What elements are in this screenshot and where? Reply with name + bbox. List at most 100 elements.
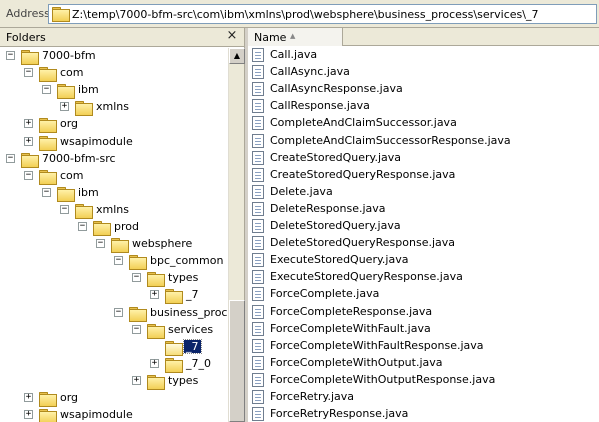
expand-icon[interactable]: +	[24, 119, 33, 129]
tree-item-label: bpc_common	[150, 254, 224, 268]
tree-item[interactable]: − 7000-bfm-src	[0, 151, 228, 168]
tree-item[interactable]: − com	[0, 65, 228, 83]
collapse-icon[interactable]: −	[42, 187, 51, 197]
expand-icon[interactable]: +	[132, 375, 141, 385]
collapse-icon[interactable]: −	[24, 170, 33, 180]
tree-item-label: business_proce	[150, 305, 228, 319]
tree-item[interactable]: + wsapimodule	[0, 134, 228, 151]
name-column-header[interactable]: Name ▲	[248, 28, 343, 46]
sort-ascending-icon: ▲	[290, 32, 296, 40]
tree-item[interactable]: − websphere	[0, 236, 228, 254]
scroll-thumb[interactable]	[229, 300, 245, 422]
expand-icon[interactable]: +	[60, 102, 69, 112]
tree-item[interactable]: − ibm	[0, 82, 228, 100]
tree-item[interactable]: + org	[0, 390, 228, 407]
tree-item-label: ibm	[78, 185, 99, 199]
collapse-icon[interactable]: −	[132, 273, 141, 283]
collapse-icon[interactable]: −	[42, 85, 51, 95]
folder-icon	[39, 392, 57, 407]
file-name: Delete.java	[270, 184, 333, 198]
java-file-icon	[252, 48, 264, 62]
file-name: ForceRetry.java	[270, 390, 354, 403]
tree-item[interactable]: − ibm	[0, 185, 228, 202]
tree-item[interactable]: − prod	[0, 219, 228, 236]
expand-icon[interactable]: +	[24, 393, 33, 402]
collapse-icon[interactable]: −	[114, 256, 123, 266]
folder-icon	[147, 374, 165, 390]
folder-icon	[75, 203, 93, 219]
expand-icon[interactable]: +	[150, 358, 159, 368]
folder-icon	[129, 306, 147, 322]
java-file-icon	[252, 219, 264, 233]
tree-item[interactable]: − business_proce	[0, 305, 228, 322]
expand-icon[interactable]: +	[24, 136, 33, 146]
collapse-icon[interactable]: −	[132, 324, 141, 334]
tree-item[interactable]: − 7000-bfm	[0, 48, 228, 65]
folder-icon	[93, 221, 111, 236]
file-name: CallResponse.java	[270, 99, 370, 113]
folder-icon	[39, 409, 57, 422]
folders-pane: Folders × −7000-bfm − com − ibm + xmlns + org + ws…	[0, 28, 245, 422]
folder-icon	[52, 7, 70, 22]
scroll-up-button[interactable]: ▲	[229, 48, 245, 64]
collapse-icon[interactable]: −	[6, 51, 15, 60]
folder-icon	[165, 289, 183, 305]
tree-item[interactable]: − services	[0, 322, 228, 339]
java-file-icon	[252, 355, 264, 370]
tree-item[interactable]: + wsapimodule	[0, 407, 228, 422]
tree-item-label: wsapimodule	[60, 408, 133, 422]
tree-item[interactable]: − types	[0, 270, 228, 288]
java-file-icon	[252, 99, 264, 114]
java-file-icon	[252, 133, 264, 148]
tree-item[interactable]: + types	[0, 373, 228, 390]
close-icon[interactable]: ×	[225, 29, 239, 43]
address-bar: Address Z:\temp\7000-bfm-src\com\ibm\xml…	[0, 0, 599, 28]
tree-item[interactable]: + org	[0, 116, 228, 134]
tree-item[interactable]: _7	[0, 338, 228, 356]
tree-item[interactable]: − com	[0, 168, 228, 185]
java-file-icon	[252, 304, 264, 319]
folder-icon	[21, 152, 39, 168]
tree-item-label: 7000-bfm	[42, 49, 96, 62]
collapse-icon[interactable]: −	[114, 307, 123, 317]
tree-item[interactable]: − xmlns	[0, 202, 228, 219]
expand-icon[interactable]: +	[24, 410, 33, 420]
collapse-icon[interactable]: −	[96, 239, 105, 249]
vertical-scrollbar[interactable]: ▲	[228, 48, 245, 422]
folder-icon	[57, 186, 75, 202]
folder-icon	[165, 340, 183, 356]
java-file-icon	[252, 270, 264, 285]
java-file-icon	[252, 287, 264, 302]
file-name: ForceCompleteWithFault.java	[270, 321, 431, 335]
collapse-icon[interactable]: −	[78, 222, 87, 231]
folder-icon	[39, 169, 57, 185]
tree-item-label: _7	[183, 338, 202, 354]
java-file-icon	[252, 236, 264, 251]
java-file-icon	[252, 372, 264, 387]
tree-item[interactable]: + _7_0	[0, 356, 228, 373]
file-name: CallAsyncResponse.java	[270, 82, 403, 96]
folder-icon	[111, 238, 129, 254]
folder-icon	[39, 135, 57, 151]
tree-item-label: prod	[114, 220, 139, 233]
collapse-icon[interactable]: −	[24, 68, 33, 78]
file-name: DeleteStoredQuery.java	[270, 219, 401, 232]
tree-item-label: xmlns	[96, 100, 129, 114]
address-input[interactable]: Z:\temp\7000-bfm-src\com\ibm\xmlns\prod\…	[48, 4, 597, 24]
tree-item-label: 7000-bfm-src	[42, 151, 116, 165]
java-file-icon	[252, 338, 264, 353]
name-column-label: Name	[254, 31, 287, 44]
collapse-icon[interactable]: −	[6, 153, 15, 163]
tree-item[interactable]: + xmlns	[0, 99, 228, 117]
java-file-icon	[252, 65, 264, 80]
expand-icon[interactable]: +	[150, 290, 159, 300]
tree-item[interactable]: − bpc_common	[0, 253, 228, 271]
folder-icon	[39, 118, 57, 134]
java-file-icon	[252, 184, 264, 199]
file-name: DeleteResponse.java	[270, 201, 386, 215]
file-name: ForceCompleteResponse.java	[270, 304, 433, 318]
collapse-icon[interactable]: −	[60, 204, 69, 214]
file-name: ForceComplete.java	[270, 287, 380, 301]
folders-header: Folders ×	[0, 28, 244, 47]
tree-item[interactable]: + _7	[0, 287, 228, 305]
